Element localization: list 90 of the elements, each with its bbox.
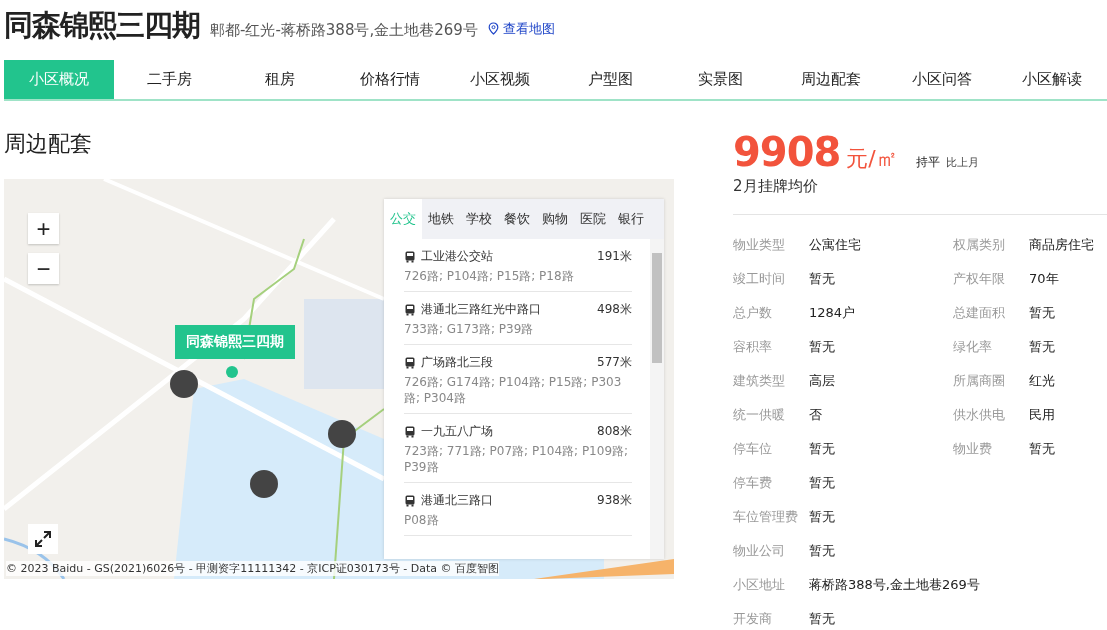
property-value: 暂无	[809, 542, 835, 560]
property-label: 开发商	[733, 610, 773, 628]
zoom-in-button[interactable]: +	[28, 213, 59, 244]
property-value: 公寓住宅	[809, 236, 861, 254]
property-value: 暂无	[809, 474, 835, 492]
scrollbar[interactable]	[650, 239, 664, 559]
nav-tab[interactable]: 小区解读	[996, 60, 1107, 99]
poi-tab[interactable]: 学校	[460, 199, 498, 239]
fullscreen-button[interactable]	[28, 524, 58, 554]
property-value: 1284户	[809, 304, 856, 322]
stop-distance: 938米	[597, 492, 632, 509]
poi-tab[interactable]: 餐饮	[498, 199, 536, 239]
stop-distance: 577米	[597, 354, 632, 371]
map-link[interactable]: 查看地图	[487, 19, 555, 38]
property-label: 停车费	[733, 474, 773, 492]
poi-tab[interactable]: 银行	[612, 199, 650, 239]
nav-tab[interactable]: 小区视频	[445, 60, 556, 99]
nav-tab[interactable]: 价格行情	[334, 60, 446, 99]
stop-name[interactable]: 港通北三路红光中路口	[421, 301, 593, 318]
poi-tab[interactable]: 医院	[574, 199, 612, 239]
property-value: 红光	[1029, 372, 1055, 390]
property-label: 物业类型	[733, 236, 786, 254]
property-value: 商品房住宅	[1029, 236, 1094, 254]
page-title: 同森锦熙三四期	[4, 7, 200, 44]
property-value: 暂无	[809, 338, 835, 356]
property-label: 容积率	[733, 338, 773, 356]
property-label: 竣工时间	[733, 270, 786, 288]
bus-icon	[404, 356, 416, 369]
nav-tab[interactable]: 二手房	[114, 60, 225, 99]
stop-name[interactable]: 港通北三路口	[421, 492, 593, 509]
expand-icon	[33, 529, 53, 549]
poi-tab[interactable]: 购物	[536, 199, 574, 239]
property-value: 暂无	[1029, 440, 1055, 458]
stop-distance: 808米	[597, 423, 632, 440]
location-pin-icon	[487, 22, 499, 35]
bus-icon	[404, 250, 416, 263]
nav-tab[interactable]: 租房	[224, 60, 335, 99]
stop-name[interactable]: 工业港公交站	[421, 248, 593, 265]
property-value: 70年	[1029, 270, 1059, 288]
price-unit: 元/㎡	[846, 145, 898, 173]
bus-icon	[404, 494, 416, 507]
property-value: 暂无	[809, 440, 835, 458]
property-label: 统一供暖	[733, 406, 786, 424]
bus-icon	[404, 303, 416, 316]
property-label: 建筑类型	[733, 372, 786, 390]
poi-tab[interactable]: 地铁	[422, 199, 460, 239]
bus-icon	[404, 425, 416, 438]
stop-name[interactable]: 一九五八广场	[421, 423, 593, 440]
property-label: 总建面积	[953, 304, 1006, 322]
map-marker-label: 同森锦熙三四期	[175, 325, 295, 359]
zoom-out-button[interactable]: −	[28, 253, 59, 284]
property-label: 供水供电	[953, 406, 1006, 424]
stop-routes: P08路	[404, 512, 440, 528]
stop-routes: 726路; P104路; P15路; P18路	[404, 268, 575, 284]
property-value: 暂无	[1029, 338, 1055, 356]
nav-tab[interactable]: 实景图	[665, 60, 777, 99]
property-value: 民用	[1029, 406, 1055, 424]
property-label: 权属类别	[953, 236, 1006, 254]
property-label: 停车位	[733, 440, 773, 458]
trend-note: 比上月	[945, 155, 979, 170]
address-text: 郫都-红光-蒋桥路388号,金土地巷269号	[210, 21, 478, 40]
property-value: 暂无	[809, 270, 835, 288]
price-caption: 2月挂牌均价	[733, 177, 819, 196]
property-label: 车位管理费	[733, 508, 799, 526]
stop-distance: 191米	[597, 248, 632, 265]
property-value: 蒋桥路388号,金土地巷269号	[809, 576, 980, 594]
property-value: 暂无	[809, 610, 835, 628]
property-label: 物业公司	[733, 542, 786, 560]
stop-name[interactable]: 广场路北三段	[421, 354, 593, 371]
property-label: 物业费	[953, 440, 993, 458]
nav-tab[interactable]: 户型图	[555, 60, 666, 99]
property-value: 暂无	[1029, 304, 1055, 322]
stop-distance: 498米	[597, 301, 632, 318]
property-label: 产权年限	[953, 270, 1006, 288]
property-label: 所属商圈	[953, 372, 1006, 390]
stop-routes: 733路; G173路; P39路	[404, 321, 535, 337]
nav-tab[interactable]: 周边配套	[776, 60, 887, 99]
section-title: 周边配套	[4, 130, 93, 158]
property-label: 绿化率	[953, 338, 993, 356]
stop-routes: 726路; G174路; P104路; P15路; P303路; P304路	[404, 374, 623, 406]
property-label: 总户数	[733, 304, 773, 322]
property-value: 否	[809, 406, 822, 424]
property-value: 高层	[809, 372, 835, 390]
stop-routes: 723路; 771路; P07路; P104路; P109路; P39路	[404, 443, 630, 475]
nav-tab[interactable]: 小区问答	[886, 60, 997, 99]
price-trend: 持平	[915, 154, 940, 171]
property-label: 小区地址	[733, 576, 786, 594]
map-copyright: © 2023 Baidu - GS(2021)6026号 - 甲测资字11111342 - 京ICP证030173号 - Data © 百度智图	[6, 561, 499, 576]
price-value: 9908	[733, 129, 841, 175]
property-value: 暂无	[809, 508, 835, 526]
